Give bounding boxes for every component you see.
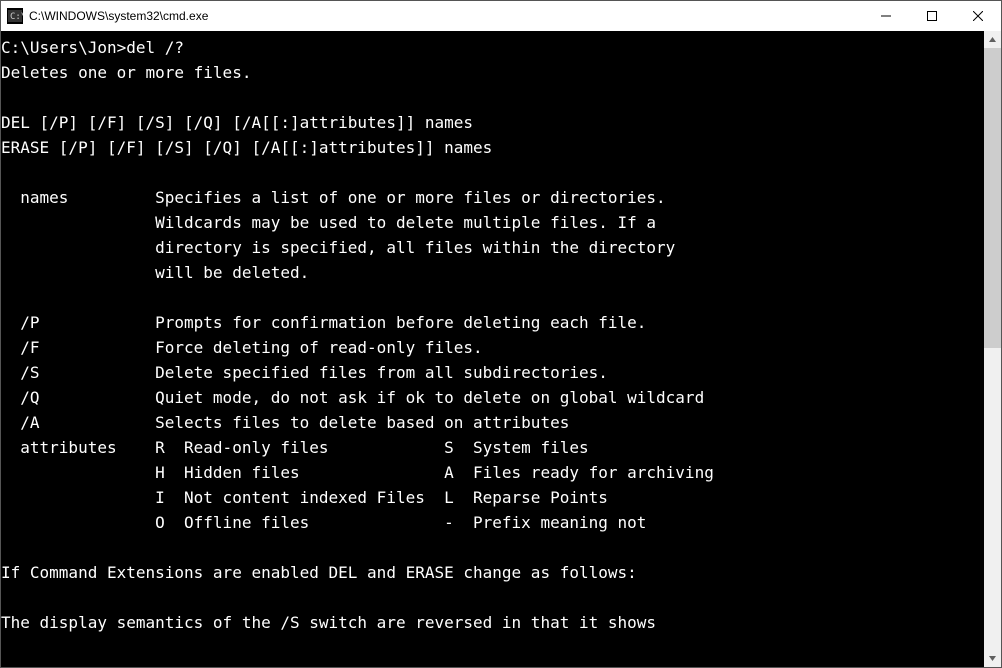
maximize-button[interactable]: [909, 1, 955, 31]
scroll-up-button[interactable]: [984, 31, 1001, 48]
minimize-button[interactable]: [863, 1, 909, 31]
scrollbar-track[interactable]: [984, 48, 1001, 650]
scrollbar-thumb[interactable]: [984, 48, 1001, 348]
scroll-down-button[interactable]: [984, 650, 1001, 667]
titlebar[interactable]: C:\ C:\WINDOWS\system32\cmd.exe: [1, 1, 1001, 31]
cmd-window: C:\ C:\WINDOWS\system32\cmd.exe C:\Users…: [0, 0, 1002, 668]
typed-command: del /?: [126, 38, 184, 57]
cmd-icon: C:\: [7, 8, 23, 24]
client-area: C:\Users\Jon>del /? Deletes one or more …: [1, 31, 1001, 667]
window-title: C:\WINDOWS\system32\cmd.exe: [29, 9, 208, 23]
terminal-output[interactable]: C:\Users\Jon>del /? Deletes one or more …: [1, 31, 984, 667]
window-controls: [863, 1, 1001, 31]
close-button[interactable]: [955, 1, 1001, 31]
command-output: Deletes one or more files. DEL [/P] [/F]…: [1, 63, 714, 632]
vertical-scrollbar[interactable]: [984, 31, 1001, 667]
prompt: C:\Users\Jon>: [1, 38, 126, 57]
svg-text:C:\: C:\: [10, 12, 23, 22]
